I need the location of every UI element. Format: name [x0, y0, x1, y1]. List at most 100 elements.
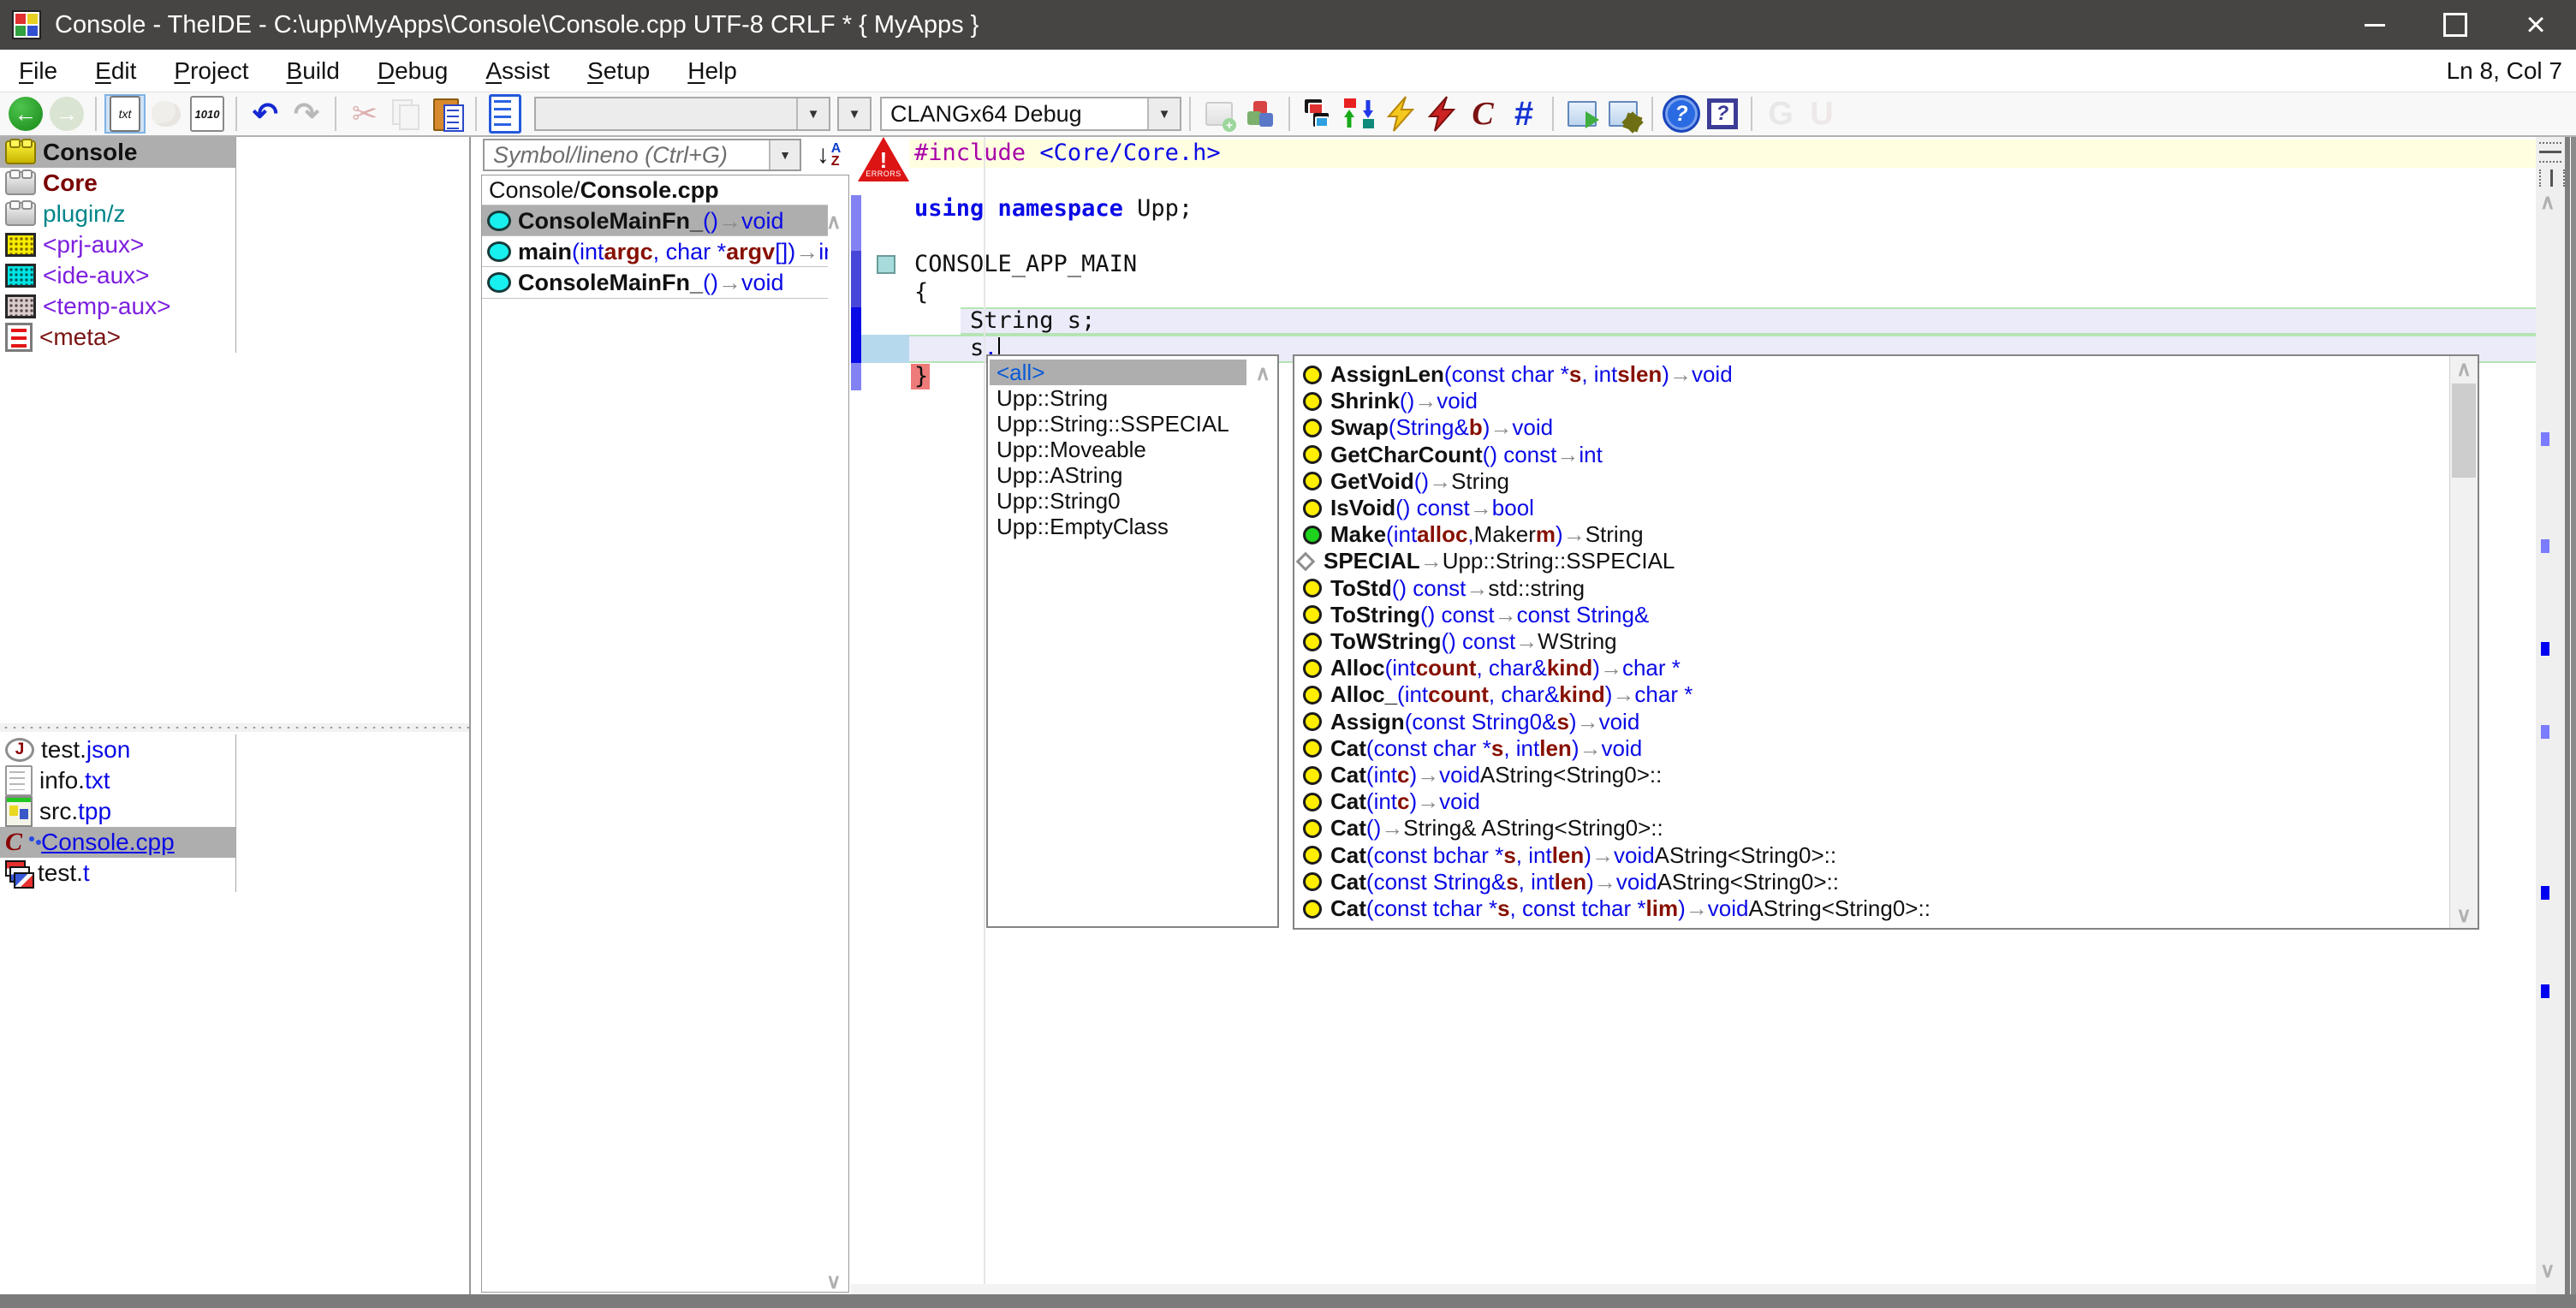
execute-in-window-button[interactable]: [1562, 94, 1603, 134]
new-file-button[interactable]: [485, 94, 526, 134]
show-text-file-button[interactable]: txt: [104, 94, 146, 134]
member-item[interactable]: Shrink() → void: [1296, 388, 2443, 414]
editor-horizontal-scrollbar[interactable]: [851, 1284, 2536, 1294]
member-item[interactable]: Swap(String& b) → void: [1296, 414, 2443, 441]
mini-dropdown[interactable]: ▼: [837, 97, 872, 131]
scroll-up-icon[interactable]: ∧: [2450, 356, 2478, 382]
package-file-splitter[interactable]: [0, 723, 469, 732]
scope-item[interactable]: Upp::EmptyClass: [990, 514, 1246, 539]
member-item[interactable]: Cat(int c) → void: [1296, 788, 2443, 815]
member-item[interactable]: GetCharCount() const → int: [1296, 442, 2443, 468]
member-item[interactable]: Alloc_(int count, char& kind) → char *: [1296, 681, 2443, 708]
redo-button[interactable]: ↷: [286, 94, 327, 134]
member-item[interactable]: Cat() → String& AString<String0>::: [1296, 815, 2443, 841]
cut-button[interactable]: ✂: [344, 94, 385, 134]
package-item-prj-aux[interactable]: <prj-aux>: [0, 229, 235, 260]
member-item[interactable]: Alloc(int count, char& kind) → char *: [1296, 655, 2443, 681]
navigate-forward-button[interactable]: →: [46, 94, 87, 134]
member-item[interactable]: SPECIAL → Upp::String::SSPECIAL: [1296, 548, 2443, 574]
binary-file-button[interactable]: 1010: [187, 94, 228, 134]
file-item-src.tpp[interactable]: src.tpp: [0, 796, 235, 827]
scope-item[interactable]: Upp::Moveable: [990, 437, 1246, 462]
errors-warning-icon[interactable]: ! ERRORS: [858, 137, 909, 183]
debug-window-button[interactable]: [1603, 94, 1644, 134]
symbol-item[interactable]: ConsoleMainFn_() → void: [482, 205, 828, 236]
undo-button[interactable]: ↶: [245, 94, 286, 134]
menu-debug[interactable]: Debug: [359, 50, 467, 92]
file-item-Console.cpp[interactable]: CConsole.cpp: [0, 827, 235, 858]
split-vertical-icon[interactable]: [2539, 169, 2565, 187]
menu-build[interactable]: Build: [268, 50, 359, 92]
designer-palette-button[interactable]: [146, 94, 187, 134]
scroll-down-icon[interactable]: ∨: [826, 1269, 842, 1294]
scroll-down-icon[interactable]: ∨: [2540, 1258, 2555, 1283]
scroll-up-icon[interactable]: ∧: [1255, 361, 1270, 386]
close-button[interactable]: ×: [2496, 0, 2576, 50]
context-help-button[interactable]: ?: [1702, 94, 1743, 134]
member-item[interactable]: Cat(int c) → void AString<String0>::: [1296, 762, 2443, 788]
menu-project[interactable]: Project: [155, 50, 267, 92]
member-item[interactable]: Cat(const bchar *s, int len) → void AStr…: [1296, 842, 2443, 869]
package-item-Core[interactable]: Core: [0, 168, 235, 199]
member-item[interactable]: Make(int alloc, Maker m) → String: [1296, 521, 2443, 548]
file-item-info.txt[interactable]: info.txt: [0, 765, 235, 796]
upp-web-button[interactable]: U: [1801, 94, 1842, 134]
symbol-item[interactable]: main(int argc, char *argv[]) → int: [482, 235, 828, 267]
member-item[interactable]: GetVoid() → String: [1296, 468, 2443, 495]
member-item[interactable]: AssignLen(const char *s, int slen) → voi…: [1296, 361, 2443, 388]
scroll-up-icon[interactable]: ∧: [2540, 190, 2555, 215]
menu-assist[interactable]: Assist: [467, 50, 568, 92]
build-method-combo[interactable]: CLANGx64 Debug ▼: [880, 97, 1181, 131]
member-item[interactable]: IsVoid() const → bool: [1296, 495, 2443, 521]
title-bar[interactable]: Console - TheIDE - C:\upp\MyApps\Console…: [0, 0, 2576, 50]
member-item[interactable]: ToString() const → const String&: [1296, 602, 2443, 628]
member-item[interactable]: ToWString() const → WString: [1296, 628, 2443, 655]
scope-item[interactable]: Upp::String::SSPECIAL: [990, 411, 1246, 437]
scroll-up-icon[interactable]: ∧: [826, 210, 842, 235]
members-scrollbar[interactable]: ∧ ∨: [2449, 356, 2478, 928]
run-lightning-icon[interactable]: [1380, 94, 1421, 134]
debug-lightning-icon[interactable]: [1421, 94, 1462, 134]
symbol-item[interactable]: ConsoleMainFn_() → void: [482, 266, 828, 299]
preprocess-hash-button[interactable]: #: [1503, 94, 1544, 134]
menu-edit[interactable]: Edit: [76, 50, 155, 92]
synchronize-button[interactable]: [1339, 94, 1380, 134]
package-item-meta[interactable]: <meta>: [0, 322, 235, 353]
scope-item[interactable]: <all>: [990, 360, 1246, 385]
build-button[interactable]: [1298, 94, 1339, 134]
scroll-down-icon[interactable]: ∨: [2450, 902, 2478, 928]
file-item-test.json[interactable]: Jtest.json: [0, 734, 235, 765]
preprocess-c-button[interactable]: C: [1462, 94, 1503, 134]
file-item-test.t[interactable]: test.t: [0, 858, 235, 889]
split-horizontal-icon[interactable]: [2539, 142, 2561, 163]
paste-button[interactable]: [426, 94, 467, 134]
package-item-Console[interactable]: Console: [0, 137, 235, 168]
scope-item[interactable]: Upp::String: [990, 385, 1246, 411]
package-item-pluginz[interactable]: plugin/z: [0, 199, 235, 229]
member-item[interactable]: Assign(const String0& s) → void: [1296, 709, 2443, 735]
member-item[interactable]: Cat(const char *s, int len) → void: [1296, 735, 2443, 762]
symbol-list[interactable]: Console/Console.cpp ConsoleMainFn_() → v…: [481, 175, 849, 1293]
copy-button[interactable]: [385, 94, 426, 134]
package-organizer-button[interactable]: [1240, 94, 1281, 134]
member-item[interactable]: ToStd() const → std::string: [1296, 575, 2443, 602]
menu-setup[interactable]: Setup: [568, 50, 669, 92]
menu-help[interactable]: Help: [669, 50, 756, 92]
add-package-button[interactable]: +: [1199, 94, 1240, 134]
file-history-combo[interactable]: ▼: [534, 97, 830, 131]
package-item-ide-aux[interactable]: <ide-aux>: [0, 260, 235, 291]
navigate-back-button[interactable]: ←: [5, 94, 46, 134]
package-item-temp-aux[interactable]: <temp-aux>: [0, 291, 235, 322]
maximize-button[interactable]: [2415, 0, 2496, 50]
scope-item[interactable]: Upp::String0: [990, 488, 1246, 514]
scrollbar-thumb[interactable]: [2452, 383, 2476, 478]
minimize-button[interactable]: [2335, 0, 2415, 50]
google-search-button[interactable]: G: [1760, 94, 1801, 134]
sort-alphabetically-button[interactable]: ↓ AZ: [808, 139, 849, 171]
symbol-search-combo[interactable]: Symbol/lineno (Ctrl+G) ▼: [483, 139, 801, 171]
menu-file[interactable]: File: [0, 50, 76, 92]
member-item[interactable]: Cat(const tchar *s, const tchar *lim) → …: [1296, 895, 2443, 922]
scope-item[interactable]: Upp::AString: [990, 462, 1246, 488]
help-topics-button[interactable]: ?: [1661, 94, 1702, 134]
member-item[interactable]: Cat(const String& s, int len) → void ASt…: [1296, 869, 2443, 895]
